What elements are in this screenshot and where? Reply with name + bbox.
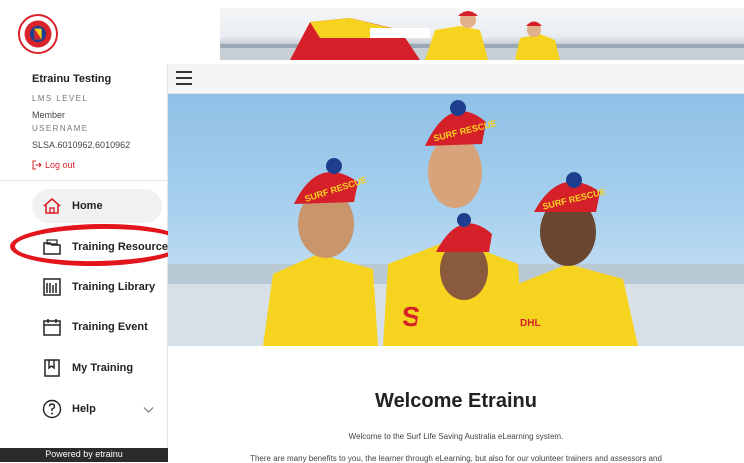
lms-level-label: LMS LEVEL <box>32 94 89 103</box>
logout-link[interactable]: Log out <box>32 160 75 170</box>
nav-item-my-training[interactable]: My Training <box>32 351 162 385</box>
nav-label-training-library: Training Library <box>72 281 156 293</box>
folder-icon <box>43 239 61 255</box>
library-icon <box>43 278 61 296</box>
nav-item-training-event[interactable]: Training Event <box>32 310 162 344</box>
nav-item-help[interactable]: Help <box>32 392 162 426</box>
calendar-icon <box>43 319 61 336</box>
logout-label: Log out <box>45 160 76 170</box>
home-icon <box>43 197 61 214</box>
nav-label-training-resources: Training Resources <box>72 241 175 253</box>
user-name: Etrainu Testing <box>32 73 112 85</box>
logout-icon <box>32 160 42 170</box>
help-icon <box>42 399 62 419</box>
powered-by-footer: Powered by etrainu <box>0 448 168 462</box>
nav-label-training-event: Training Event <box>72 321 148 333</box>
welcome-title: Welcome Etrainu <box>375 390 537 412</box>
lms-level-value: Member <box>32 110 66 120</box>
nav-label-help: Help <box>72 403 96 415</box>
nav-label-my-training: My Training <box>72 362 134 374</box>
nav-item-training-resources[interactable]: Training Resources <box>32 230 174 264</box>
sponsor-text: DHL <box>520 318 541 329</box>
intro-text: Welcome to the Surf Life Saving Australi… <box>348 432 564 441</box>
powered-by-label: Powered by etrainu <box>45 449 123 459</box>
hero-image: SURF RESCUE SURF RESCUE SURF SURF RESCUE… <box>168 94 744 346</box>
top-toolbar <box>168 64 744 94</box>
surf-life-saving-logo[interactable] <box>18 14 58 54</box>
nav-item-training-library[interactable]: Training Library <box>32 270 162 304</box>
header-banner-image <box>220 8 744 60</box>
sidebar-divider <box>0 180 168 181</box>
sidebar: Etrainu Testing LMS LEVEL Member USERNAM… <box>0 64 174 462</box>
menu-toggle-icon[interactable] <box>176 71 192 85</box>
nav-label-home: Home <box>72 200 103 212</box>
username-label: USERNAME <box>32 124 89 133</box>
nav-item-home[interactable]: Home <box>32 189 162 223</box>
chevron-down-icon[interactable] <box>143 404 154 415</box>
bookmark-icon <box>44 359 60 377</box>
top-header <box>0 0 744 64</box>
username-value: SLSA.6010962.6010962 <box>32 140 131 150</box>
